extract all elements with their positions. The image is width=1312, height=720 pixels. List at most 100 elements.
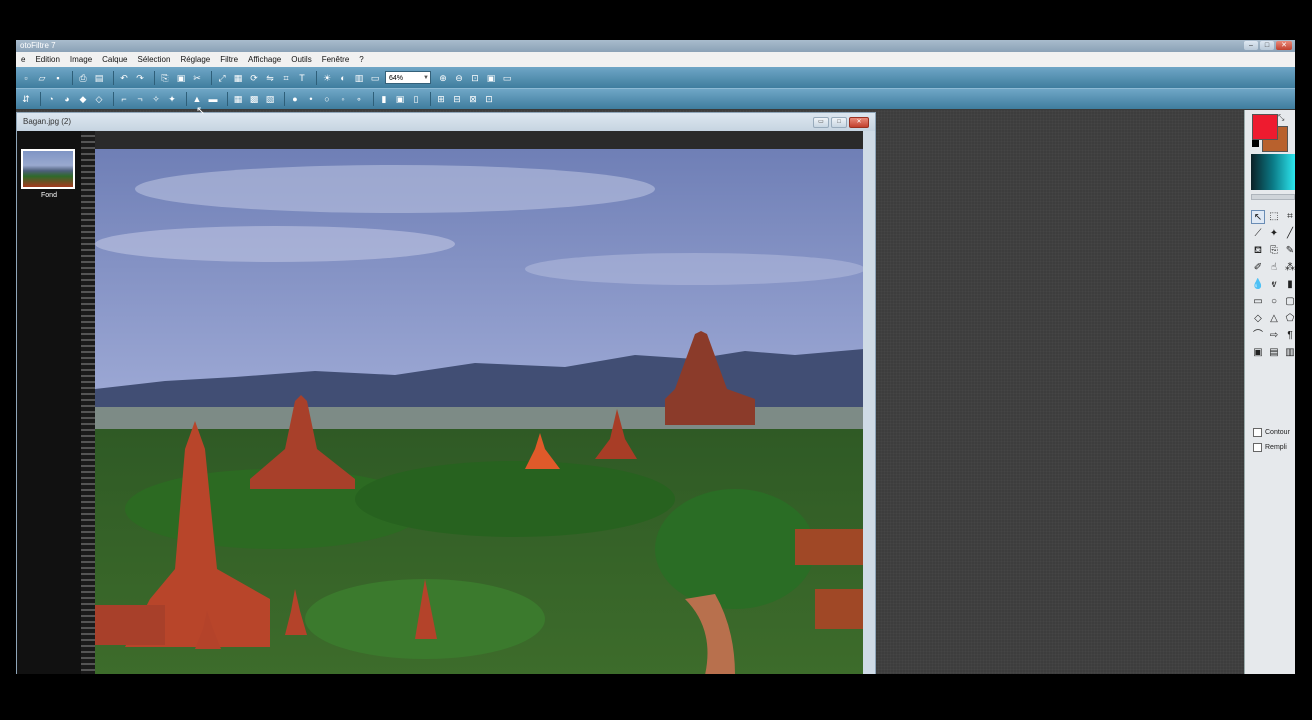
print-icon[interactable]: ⎙	[77, 72, 89, 84]
menu-calque[interactable]: Calque	[97, 52, 132, 67]
color-b-icon[interactable]: ▬	[207, 93, 219, 105]
document-close-button[interactable]: ✕	[849, 117, 869, 128]
selection-arrow-icon[interactable]: ↖	[1251, 210, 1265, 224]
circle-d-icon[interactable]: ◦	[337, 93, 349, 105]
spray-icon[interactable]: ⁂	[1283, 261, 1295, 275]
rotate-icon[interactable]: ⟳	[248, 72, 260, 84]
fill-option[interactable]: Rempli	[1253, 443, 1287, 452]
open-file-icon[interactable]: ▱	[36, 72, 48, 84]
crop-toolbar-icon[interactable]: ⌗	[280, 72, 292, 84]
script-d-icon[interactable]: ⊡	[483, 93, 495, 105]
script-a-icon[interactable]: ⊞	[435, 93, 447, 105]
auto-level-icon[interactable]: ⇵	[20, 93, 32, 105]
circle-e-icon[interactable]: ∘	[353, 93, 365, 105]
contrast-icon[interactable]: ◐	[337, 72, 349, 84]
menu-fenetre[interactable]: Fenêtre	[317, 52, 355, 67]
contour-option[interactable]: Contour	[1253, 428, 1290, 437]
layer-thumbnail[interactable]	[21, 149, 75, 189]
screen-icon[interactable]: ▭	[369, 72, 381, 84]
shape-option-3-icon[interactable]: ▥	[1283, 346, 1295, 360]
document-maximize-button[interactable]: □	[831, 117, 847, 128]
palette-a-icon[interactable]: ▮	[378, 93, 390, 105]
circle-a-icon[interactable]: ●	[289, 93, 301, 105]
redo-icon[interactable]: ↷	[134, 72, 146, 84]
menu-help[interactable]: ?	[354, 52, 368, 67]
effect-a-icon[interactable]: ✧	[150, 93, 162, 105]
sharpen-icon[interactable]: ◆	[77, 93, 89, 105]
magic-wand-icon[interactable]: ✦	[1267, 227, 1281, 241]
align-left-icon[interactable]: ⌐	[118, 93, 130, 105]
text-icon[interactable]: T	[296, 72, 308, 84]
grid-c-icon[interactable]: ▧	[264, 93, 276, 105]
zoom-out-icon[interactable]: ⊖	[453, 72, 465, 84]
zoom-in-icon[interactable]: ⊕	[437, 72, 449, 84]
ellipse-icon[interactable]: ○	[1267, 295, 1281, 309]
menu-selection[interactable]: Sélection	[133, 52, 176, 67]
paste-icon[interactable]: ▣	[175, 72, 187, 84]
triangle-icon[interactable]: △	[1267, 312, 1281, 326]
fill-checkbox[interactable]	[1253, 443, 1262, 452]
pencil-icon[interactable]: ✐	[1251, 261, 1265, 275]
scan-icon[interactable]: ▤	[93, 72, 105, 84]
circle-b-icon[interactable]: •	[305, 93, 317, 105]
fullscreen-icon[interactable]: ▭	[501, 72, 513, 84]
maximize-button[interactable]: □	[1260, 41, 1274, 50]
menu-filtre[interactable]: Filtre	[215, 52, 243, 67]
effect-b-icon[interactable]: ✦	[166, 93, 178, 105]
shape-option-2-icon[interactable]: ▤	[1267, 346, 1281, 360]
copy-icon[interactable]: ⎘	[159, 72, 171, 84]
contour-checkbox[interactable]	[1253, 428, 1262, 437]
cut-icon[interactable]: ✂	[191, 72, 203, 84]
rectangle-icon[interactable]: ▭	[1251, 295, 1265, 309]
crop-icon[interactable]: ⌗	[1283, 210, 1295, 224]
menu-affichage[interactable]: Affichage	[243, 52, 286, 67]
gradient-swatch[interactable]	[1251, 154, 1295, 190]
script-b-icon[interactable]: ⊟	[451, 93, 463, 105]
levels-icon[interactable]: ▥	[353, 72, 365, 84]
menu-image[interactable]: Image	[65, 52, 97, 67]
menu-reglage[interactable]: Réglage	[175, 52, 215, 67]
minimize-button[interactable]: –	[1244, 41, 1258, 50]
lighten-icon[interactable]: ◔	[45, 93, 57, 105]
grid-b-icon[interactable]: ▩	[248, 93, 260, 105]
brush-icon[interactable]: ✎	[1283, 244, 1295, 258]
menu-outils[interactable]: Outils	[286, 52, 316, 67]
eyedropper-icon[interactable]: ⟋	[1251, 227, 1265, 241]
fit-window-icon[interactable]: ⊡	[469, 72, 481, 84]
stamp-icon[interactable]: ▮	[1283, 278, 1295, 292]
canvas-size-icon[interactable]: ▦	[232, 72, 244, 84]
freeform-icon[interactable]: ⌒	[1251, 329, 1265, 343]
dodge-icon[interactable]: ⱴ	[1267, 278, 1281, 292]
undo-icon[interactable]: ↶	[118, 72, 130, 84]
document-minimize-button[interactable]: ▭	[813, 117, 829, 128]
resize-icon[interactable]: ⤢	[216, 72, 228, 84]
save-icon[interactable]: ▪	[52, 72, 64, 84]
arrow-shape-icon[interactable]: ⇨	[1267, 329, 1281, 343]
clone-icon[interactable]: ⎘	[1267, 244, 1281, 258]
brightness-icon[interactable]: ☀	[321, 72, 333, 84]
grid-a-icon[interactable]: ▦	[232, 93, 244, 105]
close-button[interactable]: ✕	[1276, 41, 1292, 50]
swap-colors-icon[interactable]: ⤡	[1278, 113, 1284, 123]
blur-drop-icon[interactable]: 💧	[1251, 278, 1265, 292]
circle-c-icon[interactable]: ○	[321, 93, 333, 105]
text-shape-icon[interactable]: ¶	[1283, 329, 1295, 343]
zoom-select[interactable]: 64% ▼	[385, 71, 431, 84]
smudge-icon[interactable]: ☝	[1267, 261, 1281, 275]
shape-option-1-icon[interactable]: ▣	[1251, 346, 1265, 360]
flip-icon[interactable]: ⇋	[264, 72, 276, 84]
new-file-icon[interactable]: ▫	[20, 72, 32, 84]
diamond-icon[interactable]: ◇	[1251, 312, 1265, 326]
image-canvas[interactable]	[95, 149, 864, 674]
paint-bucket-icon[interactable]: ⛾	[1251, 244, 1265, 258]
menu-file[interactable]: e	[16, 52, 30, 67]
actual-size-icon[interactable]: ▣	[485, 72, 497, 84]
script-c-icon[interactable]: ⊠	[467, 93, 479, 105]
lasso-icon[interactable]: ⬚	[1267, 210, 1281, 224]
blur-icon[interactable]: ◇	[93, 93, 105, 105]
palette-c-icon[interactable]: ▯	[410, 93, 422, 105]
palette-b-icon[interactable]: ▣	[394, 93, 406, 105]
document-title-bar[interactable]: Bagan.jpg (2) ▭ □ ✕	[17, 113, 875, 131]
line-icon[interactable]: ╱	[1283, 227, 1295, 241]
menu-edition[interactable]: Edition	[30, 52, 64, 67]
